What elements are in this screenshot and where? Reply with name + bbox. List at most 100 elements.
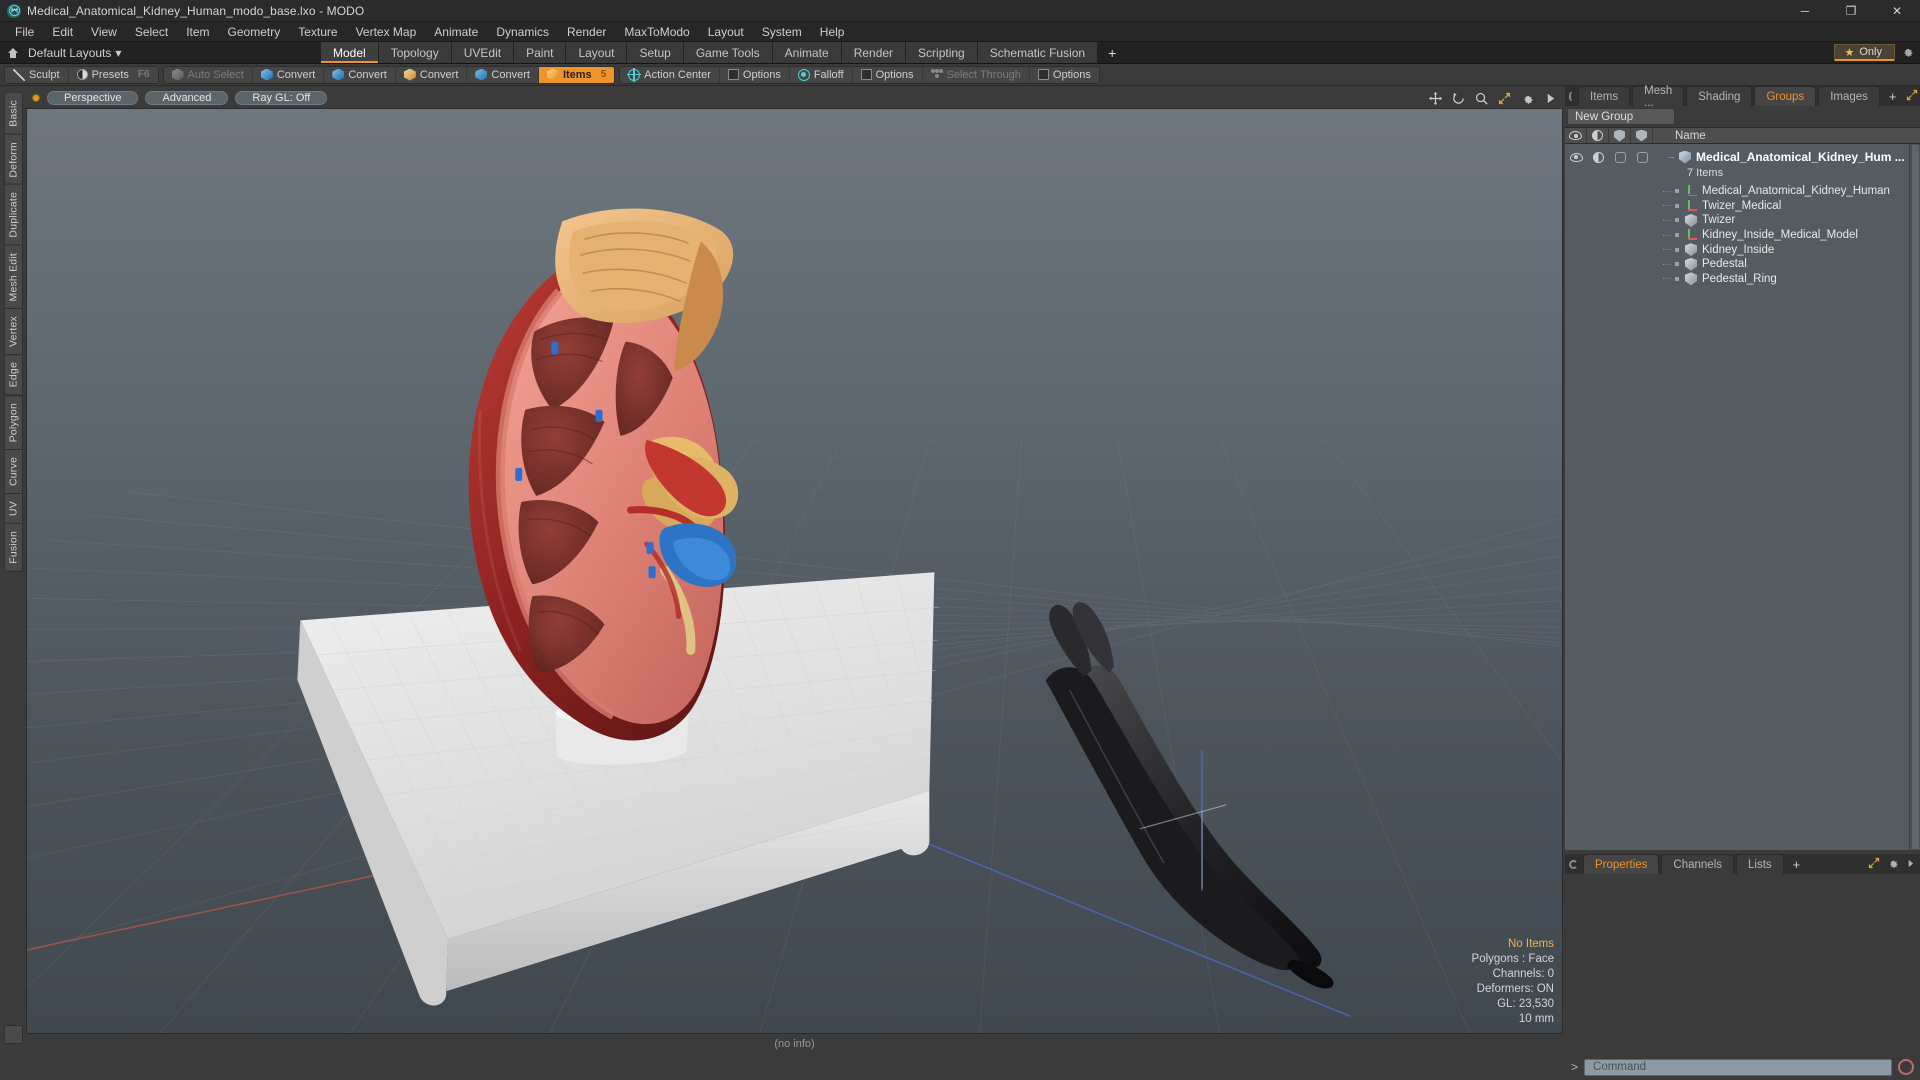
toolbar-button-items[interactable]: Items 5: [538, 66, 615, 83]
toolbar-button-convert[interactable]: Convert: [324, 66, 396, 83]
maximize-button[interactable]: ❐: [1828, 0, 1874, 21]
panel-tab-lists[interactable]: Lists: [1736, 854, 1784, 874]
list-item[interactable]: ··· Twizer: [1565, 213, 1920, 228]
tool-tab-polygon[interactable]: Polygon: [3, 394, 23, 451]
toolbar-button-convert[interactable]: Convert: [395, 66, 468, 83]
expand-icon[interactable]: [1868, 857, 1880, 872]
menu-item-system[interactable]: System: [753, 22, 811, 42]
shading-toggle[interactable]: [1587, 144, 1609, 170]
menu-item-edit[interactable]: Edit: [43, 22, 82, 42]
toolbar-button-options[interactable]: Options: [1029, 66, 1099, 83]
gear-icon[interactable]: [1887, 857, 1899, 872]
toolbar-button-action-center[interactable]: Action Center: [620, 66, 720, 83]
add-layout-tab-button[interactable]: +: [1098, 42, 1127, 63]
rotate-icon[interactable]: [1451, 91, 1465, 105]
visibility-toggle[interactable]: [1565, 144, 1587, 170]
panel-menu-icon[interactable]: [1569, 859, 1578, 869]
layout-tab-model[interactable]: Model: [320, 42, 379, 63]
menu-item-render[interactable]: Render: [558, 22, 615, 42]
move-icon[interactable]: [1428, 91, 1442, 105]
item-list-scrollbar[interactable]: [1909, 144, 1920, 850]
new-group-button[interactable]: New Group: [1567, 108, 1675, 125]
gear-icon[interactable]: [1520, 91, 1534, 105]
panel-menu-icon[interactable]: [1569, 91, 1573, 101]
panel-tab-channels[interactable]: Channels: [1661, 854, 1735, 874]
menu-item-geometry[interactable]: Geometry: [219, 22, 290, 42]
record-icon[interactable]: [1898, 1059, 1914, 1075]
menu-item-vertex-map[interactable]: Vertex Map: [347, 22, 426, 42]
tool-tab-duplicate[interactable]: Duplicate: [3, 184, 23, 246]
menu-item-item[interactable]: Item: [177, 22, 218, 42]
play-icon[interactable]: [1543, 91, 1557, 105]
gear-icon[interactable]: [1901, 45, 1914, 61]
zoom-icon[interactable]: [1474, 91, 1488, 105]
menu-item-animate[interactable]: Animate: [425, 22, 487, 42]
layout-tab-layout[interactable]: Layout: [566, 42, 628, 63]
close-button[interactable]: ✕: [1874, 0, 1920, 21]
column-visibility-icon[interactable]: [1565, 128, 1587, 143]
scrollbar-thumb[interactable]: [1911, 144, 1920, 850]
list-item[interactable]: ··· Pedestal_Ring: [1565, 272, 1920, 287]
tool-tab-deform[interactable]: Deform: [3, 133, 23, 186]
toolbar-button-convert[interactable]: Convert: [467, 66, 539, 83]
menu-item-layout[interactable]: Layout: [699, 22, 753, 42]
lock1-toggle[interactable]: [1609, 144, 1631, 170]
menu-item-maxtomodo[interactable]: MaxToModo: [615, 22, 698, 42]
layout-tab-paint[interactable]: Paint: [514, 42, 567, 63]
viewport-shading-button[interactable]: Advanced: [145, 91, 229, 105]
tool-tab-uv[interactable]: UV: [3, 493, 23, 525]
toolbar-button-presets[interactable]: Presets F6: [68, 66, 158, 83]
toolbar-button-options[interactable]: Options: [719, 66, 790, 83]
layout-tab-uvedit[interactable]: UVEdit: [451, 42, 515, 63]
list-item[interactable]: ··· Twizer_Medical: [1565, 199, 1920, 214]
column-shading-icon[interactable]: [1587, 128, 1609, 143]
3d-viewport[interactable]: No Items Polygons : Face Channels: 0 Def…: [26, 108, 1563, 1034]
expand-icon[interactable]: [1906, 89, 1918, 104]
layout-tab-scripting[interactable]: Scripting: [906, 42, 978, 63]
menu-item-file[interactable]: File: [6, 22, 43, 42]
toolbar-button-convert[interactable]: Convert: [252, 66, 325, 83]
list-item[interactable]: ··· Kidney_Inside_Medical_Model: [1565, 228, 1920, 243]
layout-selector[interactable]: Default Layouts ▾: [0, 42, 320, 63]
menu-item-view[interactable]: View: [82, 22, 126, 42]
tool-tab-basic[interactable]: Basic: [3, 92, 23, 135]
add-properties-tab-button[interactable]: +: [1786, 854, 1808, 874]
toolbar-button-sculpt[interactable]: Sculpt: [5, 66, 69, 83]
rail-extra-button[interactable]: [3, 1025, 23, 1044]
panel-tab-items[interactable]: Items: [1578, 86, 1631, 106]
fit-icon[interactable]: [1497, 91, 1511, 105]
layout-tab-animate[interactable]: Animate: [772, 42, 842, 63]
list-item[interactable]: ··· Kidney_Inside: [1565, 242, 1920, 257]
menu-item-help[interactable]: Help: [811, 22, 854, 42]
tree-expander[interactable]: –: [1653, 152, 1679, 163]
list-item[interactable]: ··· Medical_Anatomical_Kidney_Human: [1565, 184, 1920, 199]
toolbar-button-select-through[interactable]: Select Through: [922, 66, 1030, 83]
list-item[interactable]: ··· Pedestal: [1565, 257, 1920, 272]
viewport-raygl-button[interactable]: Ray GL: Off: [235, 91, 328, 105]
tool-tab-edge[interactable]: Edge: [3, 354, 23, 396]
toolbar-button-auto-select[interactable]: Auto Select: [163, 66, 253, 83]
toolbar-button-options[interactable]: Options: [852, 66, 923, 83]
menu-item-dynamics[interactable]: Dynamics: [487, 22, 558, 42]
layout-tab-setup[interactable]: Setup: [627, 42, 684, 63]
panel-tab-images[interactable]: Images: [1818, 86, 1880, 106]
layout-tab-topology[interactable]: Topology: [378, 42, 452, 63]
minimize-button[interactable]: ─: [1782, 0, 1828, 21]
add-panel-tab-button[interactable]: +: [1882, 86, 1904, 106]
layout-tab-schematic-fusion[interactable]: Schematic Fusion: [977, 42, 1099, 63]
panel-tab-groups[interactable]: Groups: [1754, 86, 1817, 106]
viewport-view-button[interactable]: Perspective: [47, 91, 139, 105]
panel-tab-shading[interactable]: Shading: [1686, 86, 1753, 106]
item-list[interactable]: – Medical_Anatomical_Kidney_Hum ... 7 Item…: [1565, 144, 1920, 850]
layout-tab-render[interactable]: Render: [841, 42, 907, 63]
menu-item-texture[interactable]: Texture: [289, 22, 346, 42]
tool-tab-curve[interactable]: Curve: [3, 449, 23, 495]
tool-tab-vertex[interactable]: Vertex: [3, 308, 23, 356]
toolbar-button-falloff[interactable]: Falloff: [789, 66, 853, 83]
lock2-toggle[interactable]: [1631, 144, 1653, 170]
chevron-right-icon[interactable]: [1906, 857, 1915, 871]
panel-tab-mesh[interactable]: Mesh ...: [1632, 85, 1685, 109]
only-toggle-button[interactable]: ★ Only: [1833, 44, 1895, 61]
tool-tab-fusion[interactable]: Fusion: [3, 523, 23, 572]
column-lock2-icon[interactable]: [1631, 128, 1653, 143]
